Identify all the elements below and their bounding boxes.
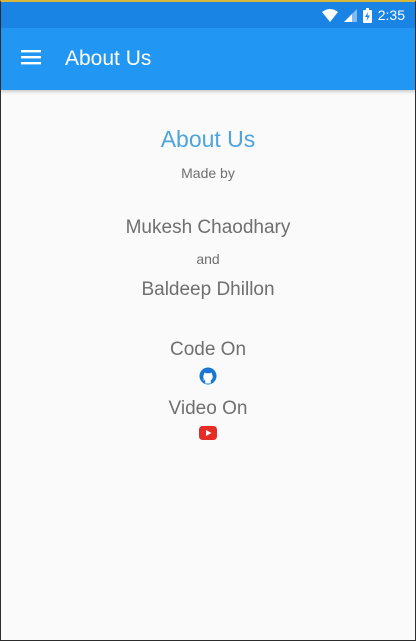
and-label: and — [196, 251, 220, 267]
youtube-link[interactable] — [1, 426, 415, 445]
cell-signal-icon — [343, 8, 357, 22]
about-heading: About Us — [160, 126, 256, 152]
app-bar: About Us — [1, 28, 415, 90]
status-bar: 2:35 — [1, 2, 415, 28]
hamburger-menu-icon — [21, 49, 41, 70]
status-time: 2:35 — [377, 7, 405, 23]
device-frame: 2:35 About Us About Us Made by Mukesh Ch… — [0, 0, 416, 641]
code-on-label: Code On — [169, 339, 247, 360]
wifi-icon — [321, 8, 338, 22]
author-name-2: Baldeep Dhillon — [141, 279, 275, 300]
menu-button[interactable] — [1, 28, 61, 90]
made-by-label: Made by — [181, 165, 235, 181]
author-name-1: Mukesh Chaodhary — [125, 217, 291, 238]
github-link[interactable] — [1, 367, 415, 390]
app-bar-title: About Us — [65, 47, 152, 70]
about-content: About Us Made by Mukesh Chaodhary and Ba… — [1, 90, 415, 445]
battery-icon — [362, 7, 372, 23]
video-on-label: Video On — [168, 398, 248, 419]
youtube-icon — [199, 426, 217, 445]
github-icon — [199, 367, 217, 390]
